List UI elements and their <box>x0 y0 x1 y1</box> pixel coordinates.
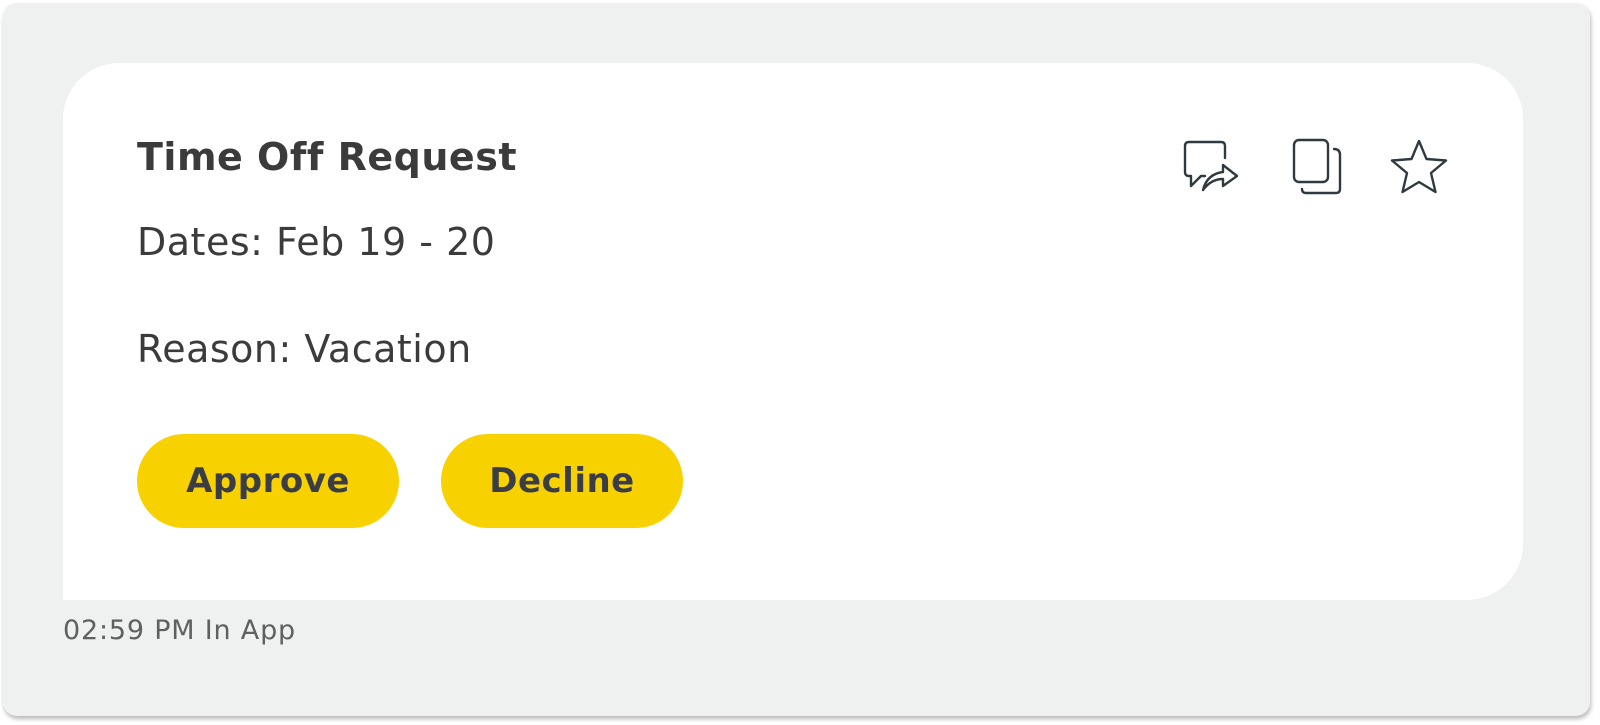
timestamp-source: 02:59 PM In App <box>63 615 296 646</box>
star-icon <box>1390 139 1448 194</box>
copy-button[interactable] <box>1285 135 1349 199</box>
approve-button[interactable]: Approve <box>137 434 399 528</box>
copy-icon <box>1292 138 1342 195</box>
favorite-button[interactable] <box>1387 135 1451 199</box>
dates-text: Dates: Feb 19 - 20 <box>137 220 496 264</box>
reply-button[interactable] <box>1179 135 1243 199</box>
time-off-request-card: Time Off Request Dates: Feb 19 - 20 Reas… <box>63 63 1523 600</box>
reply-icon <box>1183 140 1239 192</box>
decline-button[interactable]: Decline <box>441 434 683 528</box>
reason-text: Reason: Vacation <box>137 327 472 371</box>
request-title: Time Off Request <box>137 135 517 179</box>
message-container: Time Off Request Dates: Feb 19 - 20 Reas… <box>3 3 1590 716</box>
